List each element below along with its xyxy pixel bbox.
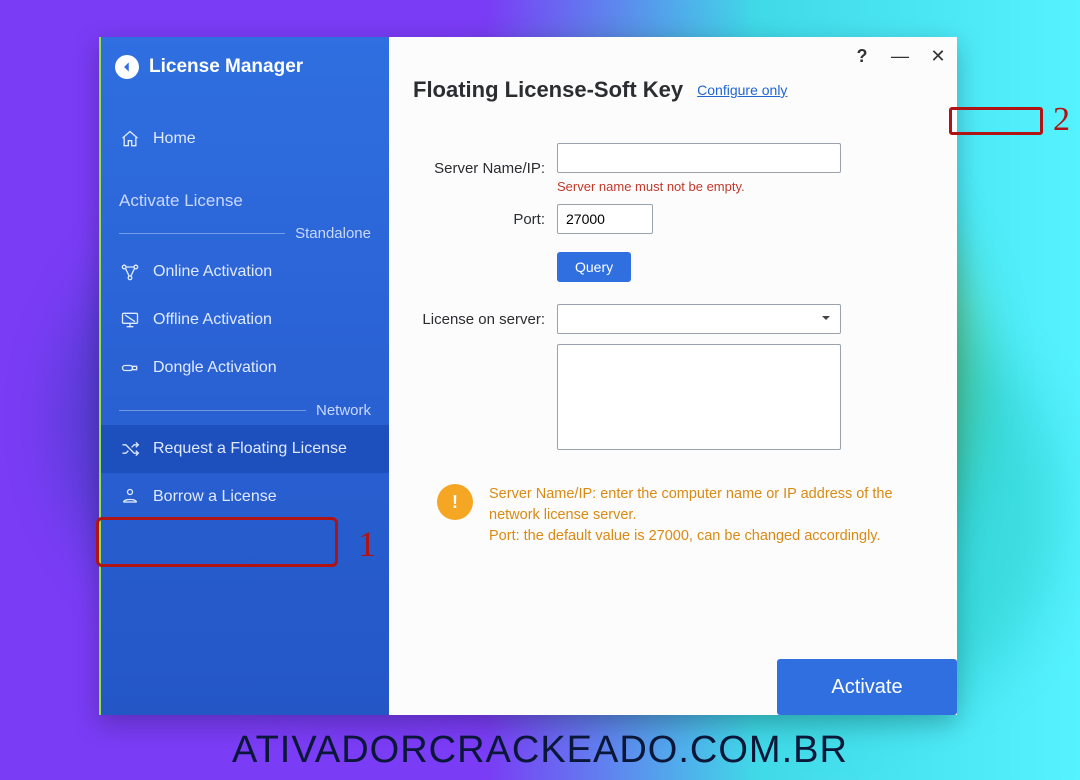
query-button[interactable]: Query (557, 252, 631, 282)
sidebar-item-borrow-license[interactable]: Borrow a License (101, 473, 389, 521)
network-icon (119, 262, 141, 282)
hint-line-1: Server Name/IP: enter the computer name … (489, 484, 941, 526)
sidebar-item-offline-activation[interactable]: Offline Activation (101, 296, 389, 344)
license-select[interactable] (557, 304, 841, 334)
activation-form: Server Name/IP: Server name must not be … (389, 107, 957, 450)
sidebar-header: License Manager (101, 55, 389, 101)
configure-only-link[interactable]: Configure only (691, 81, 793, 99)
divider-label: Standalone (295, 225, 371, 242)
chevron-down-icon (820, 311, 832, 328)
hint-panel: ! Server Name/IP: enter the computer nam… (389, 460, 957, 547)
port-input[interactable] (557, 204, 653, 234)
main-pane: ? — ✕ Floating License-Soft Key Configur… (389, 37, 957, 715)
sidebar-item-online-activation[interactable]: Online Activation (101, 248, 389, 296)
page-title: Floating License-Soft Key (413, 77, 683, 103)
sidebar-item-home[interactable]: Home (101, 115, 389, 163)
window-title: License Manager (149, 56, 303, 78)
help-button[interactable]: ? (853, 47, 871, 65)
sidebar-item-label: Offline Activation (153, 311, 272, 329)
sidebar-divider-network: Network (101, 392, 389, 425)
sidebar-item-label: Dongle Activation (153, 359, 277, 377)
sidebar: License Manager Home Activate License St… (101, 37, 389, 715)
divider-label: Network (316, 402, 371, 419)
hand-give-icon (119, 487, 141, 507)
sidebar-item-dongle-activation[interactable]: Dongle Activation (101, 344, 389, 392)
monitor-off-icon (119, 310, 141, 330)
server-name-input[interactable] (557, 143, 841, 173)
sidebar-item-request-floating[interactable]: Request a Floating License (101, 425, 389, 473)
sidebar-section-activate: Activate License (101, 177, 389, 215)
port-label: Port: (413, 211, 545, 228)
home-icon (119, 129, 141, 149)
license-manager-window: License Manager Home Activate License St… (99, 37, 957, 715)
annotation-box-1 (96, 517, 338, 567)
server-label: Server Name/IP: (413, 160, 545, 177)
usb-dongle-icon (119, 358, 141, 378)
close-button[interactable]: ✕ (929, 47, 947, 65)
activate-button[interactable]: Activate (777, 659, 957, 715)
sidebar-item-label: Online Activation (153, 263, 272, 281)
window-controls: ? — ✕ (853, 47, 947, 65)
minimize-button[interactable]: — (891, 47, 909, 65)
watermark-text: ATIVADORCRACKEADO.COM.BR (0, 729, 1080, 772)
license-detail-box (557, 344, 841, 450)
server-validation-message: Server name must not be empty. (557, 179, 841, 194)
shuffle-icon (119, 439, 141, 459)
sidebar-item-label: Borrow a License (153, 488, 277, 506)
info-warning-icon: ! (437, 484, 473, 520)
license-on-server-label: License on server: (413, 311, 545, 328)
hint-line-2: Port: the default value is 27000, can be… (489, 526, 941, 547)
back-icon[interactable] (115, 55, 139, 79)
sidebar-divider-standalone: Standalone (101, 215, 389, 248)
annotation-number-1: 1 (358, 523, 376, 565)
sidebar-item-label: Home (153, 130, 196, 148)
sidebar-item-label: Request a Floating License (153, 440, 347, 458)
